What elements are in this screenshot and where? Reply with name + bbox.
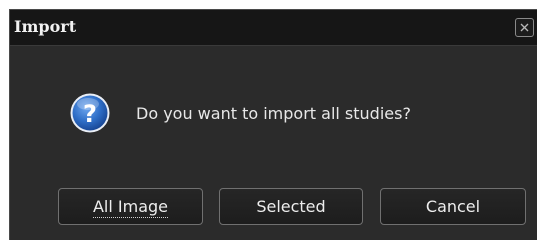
all-image-button[interactable]: All Image bbox=[58, 188, 203, 225]
dialog-title: Import bbox=[14, 17, 77, 36]
import-dialog: Import ? Do you want to import all studi… bbox=[9, 9, 537, 240]
dialog-titlebar[interactable]: Import bbox=[10, 10, 537, 46]
dialog-message: Do you want to import all studies? bbox=[136, 104, 411, 123]
selected-button-label: Selected bbox=[256, 197, 326, 216]
cancel-button[interactable]: Cancel bbox=[380, 188, 526, 225]
selected-button[interactable]: Selected bbox=[219, 188, 363, 225]
svg-text:?: ? bbox=[83, 100, 97, 128]
question-icon: ? bbox=[70, 93, 110, 133]
close-icon bbox=[520, 23, 529, 32]
all-image-button-label: All Image bbox=[92, 197, 169, 218]
cancel-button-label: Cancel bbox=[425, 197, 481, 216]
close-button[interactable] bbox=[515, 18, 534, 37]
